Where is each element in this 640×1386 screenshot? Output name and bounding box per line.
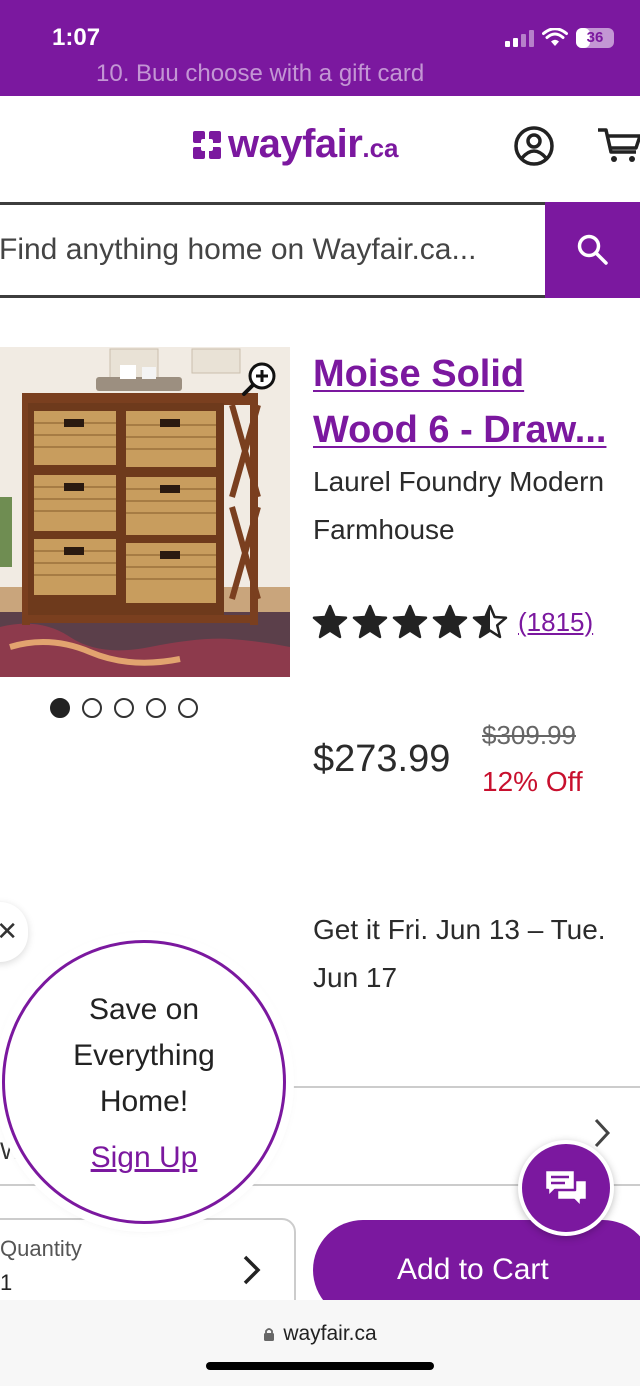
review-count-link[interactable]: (1815)	[518, 607, 593, 638]
browser-url-bar[interactable]: wayfair.ca	[0, 1300, 640, 1386]
search-icon	[577, 234, 608, 265]
carousel-dot[interactable]	[82, 698, 102, 718]
sign-up-link[interactable]: Sign Up	[5, 1141, 283, 1175]
discount-badge: 12% Off	[482, 766, 583, 797]
battery-icon: 36	[576, 28, 614, 48]
delivery-estimate: Get it Fri. Jun 13 – Tue. Jun 17	[313, 906, 640, 1002]
signup-message-line3: Home!	[99, 1085, 189, 1118]
star-full-icon	[392, 604, 428, 639]
carousel-dot[interactable]	[114, 698, 134, 718]
carousel-dot[interactable]	[146, 698, 166, 718]
quantity-label: Quantity	[0, 1236, 82, 1261]
quantity-value: 1	[0, 1270, 13, 1295]
product-brand: Laurel Foundry Modern Farmhouse	[313, 458, 640, 554]
star-full-icon	[352, 604, 388, 639]
product-title-line1: Moise Solid	[313, 353, 525, 395]
signup-promo-bubble: Save on Everything Home! Sign Up	[2, 940, 286, 1224]
status-icons: 36	[505, 28, 614, 48]
chevron-right-icon	[594, 1118, 611, 1148]
chevron-right-icon	[243, 1255, 261, 1285]
search-button[interactable]	[545, 202, 640, 298]
wayfair-logo-mark-icon	[193, 130, 221, 159]
chat-button[interactable]	[518, 1140, 614, 1236]
cart-icon[interactable]	[596, 122, 640, 166]
signup-message-line2: Everything	[73, 1039, 215, 1072]
cellular-signal-icon	[505, 29, 534, 47]
site-header: wayfair .ca	[0, 96, 640, 202]
product-title-line2: Wood 6 - Draw...	[313, 409, 607, 451]
delivery-line1: Get it Fri. Jun 13 – Tue.	[313, 914, 606, 945]
account-icon[interactable]	[512, 124, 556, 168]
battery-level: 36	[586, 29, 604, 46]
search-bar	[0, 202, 640, 298]
search-input[interactable]	[0, 202, 548, 298]
image-carousel-dots	[50, 698, 198, 718]
close-icon: ✕	[0, 916, 18, 946]
wifi-icon	[542, 28, 568, 46]
status-time: 1:07	[52, 24, 101, 51]
rating-stars	[312, 604, 508, 640]
star-half-icon	[472, 604, 508, 639]
carousel-dot[interactable]	[178, 698, 198, 718]
chat-bubbles-icon	[543, 1168, 589, 1209]
product-brand-line1: Laurel Foundry Modern	[313, 466, 605, 497]
status-bar: 1:07 10. Buu choose with a gift card 36	[0, 0, 640, 96]
star-full-icon	[432, 604, 468, 639]
logo-tld: .ca	[362, 133, 399, 163]
product-rating: (1815)	[312, 604, 593, 640]
signup-message-line1: Save on	[88, 993, 200, 1026]
product-title[interactable]: Moise Solid Wood 6 - Draw...	[313, 346, 640, 458]
url-display: wayfair.ca	[0, 1322, 640, 1346]
original-price: $309.99	[482, 720, 576, 750]
wayfair-logo[interactable]: wayfair .ca	[190, 122, 399, 167]
zoom-in-icon[interactable]	[240, 358, 280, 398]
lock-icon	[264, 1328, 275, 1341]
product-brand-line2: Farmhouse	[313, 514, 455, 545]
close-popup-button[interactable]: ✕	[0, 902, 28, 962]
promo-banner-text: 10. Buu choose with a gift card	[96, 60, 425, 87]
sale-price: $273.99	[313, 738, 451, 780]
delivery-line2: Jun 17	[313, 962, 398, 993]
star-full-icon	[312, 604, 348, 639]
url-text: wayfair.ca	[283, 1322, 377, 1345]
signup-message: Save on Everything Home!	[5, 987, 283, 1125]
logo-word: wayfair	[228, 122, 363, 166]
home-indicator[interactable]	[206, 1362, 434, 1370]
carousel-dot[interactable]	[50, 698, 70, 718]
